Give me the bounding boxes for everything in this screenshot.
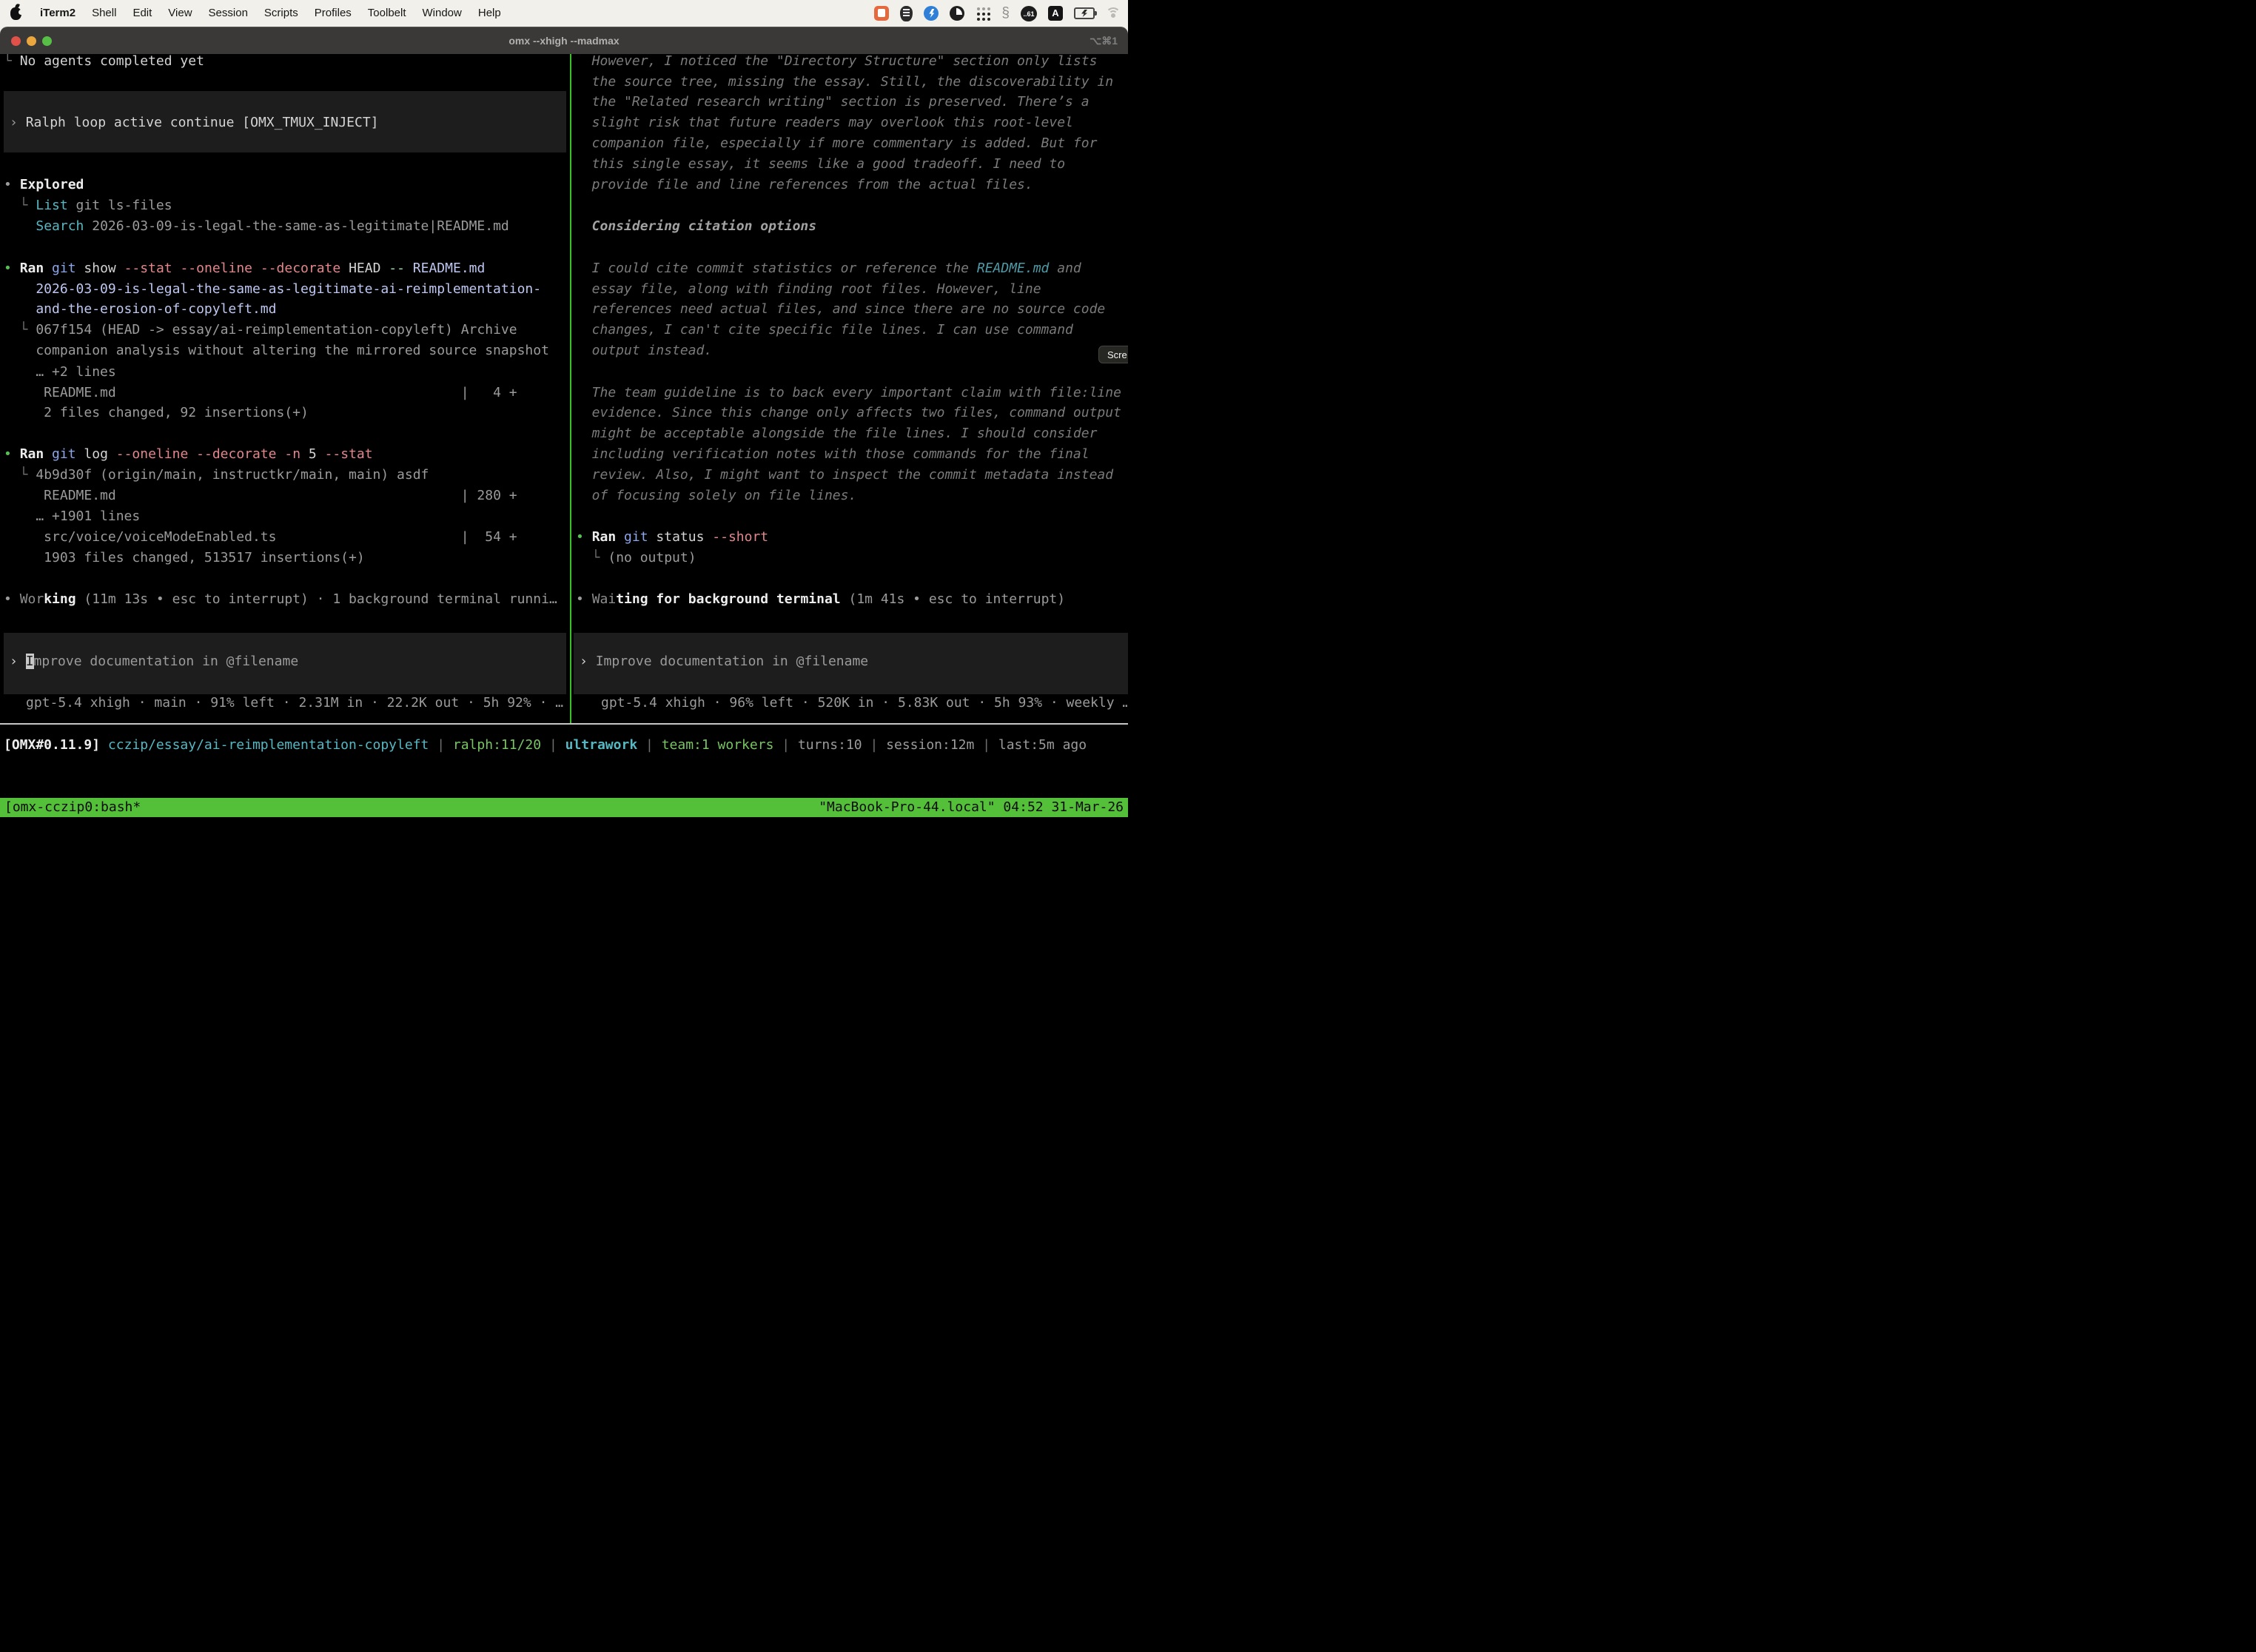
terminal-line: gpt-5.4 xhigh · 96% left · 520K in · 5.8… bbox=[601, 693, 1128, 713]
menu-item-iterm2[interactable]: iTerm2 bbox=[32, 7, 84, 19]
terminal-line: essay file, along with finding root file… bbox=[576, 279, 1041, 300]
terminal-line: evidence. Since this change only affects… bbox=[576, 403, 1121, 423]
terminal-line: However, I noticed the "Directory Struct… bbox=[576, 54, 1097, 72]
screen: iTerm2ShellEditViewSessionScriptsProfile… bbox=[0, 0, 1128, 826]
menu-item-shell[interactable]: Shell bbox=[84, 7, 124, 19]
tmux-host-clock: "MacBook-Pro-44.local" 04:52 31-Mar-26 bbox=[819, 798, 1124, 817]
sync-bolt-icon[interactable] bbox=[924, 6, 939, 21]
menu-item-session[interactable]: Session bbox=[201, 7, 256, 19]
window-titlebar[interactable]: omx --xhigh --madmax ⌥⌘1 bbox=[0, 27, 1128, 54]
shield-keypad-icon[interactable] bbox=[900, 6, 913, 21]
terminal-line: this single essay, it seems like a good … bbox=[576, 154, 1065, 175]
keyboard-input-icon[interactable]: A bbox=[1048, 6, 1063, 21]
terminal-line: the "Related research writing" section i… bbox=[576, 92, 1090, 113]
battery-icon[interactable] bbox=[1074, 7, 1095, 19]
terminal-line: • Ran git status --short bbox=[576, 527, 768, 548]
terminal-line: of focusing solely on file lines. bbox=[576, 486, 856, 506]
terminal-line: src/voice/voiceModeEnabled.ts | 54 + bbox=[4, 527, 517, 548]
terminal-line: might be acceptable alongside the file l… bbox=[576, 423, 1097, 444]
left-pane[interactable]: └ No agents completed yet • Explored └ Li… bbox=[0, 54, 570, 724]
menu-item-window[interactable]: Window bbox=[414, 7, 470, 19]
terminal-line: └ (no output) bbox=[576, 548, 696, 568]
screen-capture-overlay-label: Scre bbox=[1107, 349, 1127, 360]
terminal-line: provide file and line references from th… bbox=[576, 175, 1033, 195]
terminal-line: references need actual files, and since … bbox=[576, 299, 1105, 320]
terminal-line: • Working (11m 13s • esc to interrupt) ·… bbox=[4, 589, 557, 610]
terminal-line: including verification notes with those … bbox=[576, 444, 1090, 465]
window-title: omx --xhigh --madmax bbox=[0, 27, 1128, 55]
terminal-line: └ No agents completed yet bbox=[4, 54, 204, 72]
menu-item-edit[interactable]: Edit bbox=[124, 7, 160, 19]
terminal-line: review. Also, I might want to inspect th… bbox=[576, 465, 1113, 486]
menu-item-scripts[interactable]: Scripts bbox=[256, 7, 306, 19]
right-input-box-text: › Improve documentation in @filename bbox=[580, 651, 868, 672]
percent-badge-icon[interactable]: ..61 bbox=[1021, 6, 1037, 21]
right-input-box[interactable]: › Improve documentation in @filename bbox=[574, 633, 1128, 694]
terminal-line: Search 2026-03-09-is-legal-the-same-as-l… bbox=[4, 216, 509, 237]
terminal-line: 2026-03-09-is-legal-the-same-as-legitima… bbox=[4, 279, 541, 300]
terminal-line: output instead. bbox=[576, 340, 712, 361]
right-pane[interactable]: However, I noticed the "Directory Struct… bbox=[572, 54, 1128, 724]
inject-prompt-box-text: › Ralph loop active continue [OMX_TMUX_I… bbox=[10, 113, 379, 133]
terminal-line: └ List git ls-files bbox=[4, 195, 172, 216]
menu-item-toolbelt[interactable]: Toolbelt bbox=[360, 7, 414, 19]
terminal-line: … +1901 lines bbox=[4, 506, 140, 527]
terminal-line: • Waiting for background terminal (1m 41… bbox=[576, 589, 1065, 610]
menu-item-help[interactable]: Help bbox=[470, 7, 509, 19]
dots-grid-icon[interactable] bbox=[976, 6, 990, 21]
terminal-line: gpt-5.4 xhigh · main · 91% left · 2.31M … bbox=[26, 693, 563, 713]
terminal-line: and-the-erosion-of-copyleft.md bbox=[4, 299, 276, 320]
terminal-line: 2 files changed, 92 insertions(+) bbox=[4, 403, 309, 423]
terminal-line: the source tree, missing the essay. Stil… bbox=[576, 72, 1113, 93]
menu-items: iTerm2ShellEditViewSessionScriptsProfile… bbox=[10, 0, 509, 27]
pane-bottom-border bbox=[0, 723, 1128, 725]
window-shortcut: ⌥⌘1 bbox=[1090, 27, 1118, 55]
wifi-icon[interactable] bbox=[1106, 7, 1121, 19]
disk-crescent-icon[interactable] bbox=[950, 6, 964, 21]
terminal-line: • Explored bbox=[4, 175, 84, 195]
inject-prompt-box[interactable]: › Ralph loop active continue [OMX_TMUX_I… bbox=[4, 91, 566, 152]
terminal-line: companion file, especially if more comme… bbox=[576, 133, 1097, 154]
screenshot-app-icon[interactable] bbox=[874, 6, 889, 21]
menu-item-profiles[interactable]: Profiles bbox=[306, 7, 360, 19]
omx-status-line: [OMX#0.11.9] cczip/essay/ai-reimplementa… bbox=[4, 735, 1087, 756]
terminal-line: README.md | 280 + bbox=[4, 486, 517, 506]
terminal-line: companion analysis without altering the … bbox=[4, 340, 549, 361]
window-titlebar-backdrop: omx --xhigh --madmax ⌥⌘1 bbox=[0, 27, 1128, 54]
terminal-line: └ 067f154 (HEAD -> essay/ai-reimplementa… bbox=[4, 320, 517, 340]
left-input-box[interactable]: › Improve documentation in @filename bbox=[4, 633, 566, 694]
terminal-line: README.md | 4 + bbox=[4, 383, 517, 403]
terminal-line: The team guideline is to back every impo… bbox=[576, 383, 1121, 403]
tmux-status-bar: [omx-cczip0:bash* "MacBook-Pro-44.local"… bbox=[0, 798, 1128, 817]
terminal-line: I could cite commit statistics or refere… bbox=[576, 258, 1081, 279]
terminal-line: 1903 files changed, 513517 insertions(+) bbox=[4, 548, 365, 568]
menu-bar: iTerm2ShellEditViewSessionScriptsProfile… bbox=[0, 0, 1128, 27]
terminal-line: • Ran git log --oneline --decorate -n 5 … bbox=[4, 444, 373, 465]
tmux-session-label[interactable]: [omx-cczip0:bash* bbox=[4, 798, 141, 817]
terminal-line: slight risk that future readers may over… bbox=[576, 113, 1073, 133]
pane-divider[interactable] bbox=[570, 54, 571, 724]
apple-menu-icon[interactable] bbox=[10, 7, 21, 20]
clip-tool-icon[interactable]: § bbox=[1001, 6, 1010, 21]
terminal-line: … +2 lines bbox=[4, 362, 116, 383]
terminal-line: Considering citation options bbox=[576, 216, 816, 237]
terminal-line: changes, I can't cite specific file line… bbox=[576, 320, 1073, 340]
menubar-status-icons: § ..61 A bbox=[874, 6, 1121, 21]
screen-capture-overlay[interactable]: Scre bbox=[1098, 346, 1128, 363]
terminal-line: └ 4b9d30f (origin/main, instructkr/main,… bbox=[4, 465, 429, 486]
menu-item-view[interactable]: View bbox=[160, 7, 200, 19]
terminal-line: • Ran git show --stat --oneline --decora… bbox=[4, 258, 485, 279]
left-input-box-text: › Improve documentation in @filename bbox=[10, 651, 298, 672]
